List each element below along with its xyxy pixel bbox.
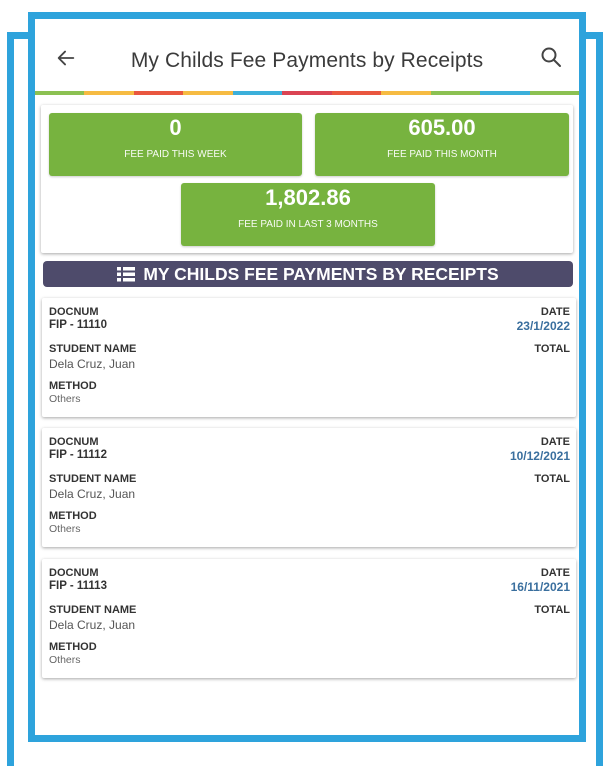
stripe-segment (282, 91, 332, 95)
date-value: 10/12/2021 (509, 449, 570, 463)
method-value: Others (49, 393, 81, 405)
stripe-segment (331, 91, 382, 95)
list-icon (117, 266, 136, 281)
app-screen: My Childs Fee Payments by Receipts 0 FEE… (35, 19, 579, 735)
fee-week-label: FEE PAID THIS WEEK (124, 149, 227, 160)
method-label: METHOD (49, 641, 97, 653)
docnum-value: FIP - 11113 (49, 580, 107, 592)
stripe-segment (480, 91, 530, 95)
total-label: TOTAL (534, 473, 570, 485)
fee-week-card: 0 FEE PAID THIS WEEK (49, 113, 302, 176)
total-label: TOTAL (534, 604, 570, 616)
section-title: MY CHILDS FEE PAYMENTS BY RECEIPTS (143, 263, 499, 284)
fee-week-value: 0 (169, 115, 182, 140)
date-value: 23/1/2022 (516, 319, 570, 333)
app-header: My Childs Fee Payments by Receipts (35, 19, 579, 95)
stripe-segment (430, 91, 481, 95)
stripe-segment (35, 91, 85, 95)
section-header: MY CHILDS FEE PAYMENTS BY RECEIPTS (43, 261, 573, 287)
fee-3months-value: 1,802.86 (265, 185, 351, 210)
search-icon[interactable] (539, 45, 563, 69)
receipt-card[interactable]: DOCNUM DATE FIP - 11112 10/12/2021 STUDE… (42, 428, 576, 547)
stripe-segment (84, 91, 134, 95)
receipt-card[interactable]: DOCNUM DATE FIP - 11113 16/11/2021 STUDE… (42, 559, 576, 678)
student-name-value: Dela Cruz, Juan (49, 618, 136, 632)
docnum-value: FIP - 11112 (49, 449, 107, 461)
fee-3months-label: FEE PAID IN LAST 3 MONTHS (238, 219, 378, 230)
date-label: DATE (540, 306, 570, 318)
docnum-label: DOCNUM (49, 306, 99, 318)
student-name-label: STUDENT NAME (49, 604, 137, 616)
stripe-segment (381, 91, 431, 95)
docnum-label: DOCNUM (49, 436, 99, 448)
student-name-value: Dela Cruz, Juan (49, 487, 136, 501)
method-label: METHOD (49, 510, 97, 522)
stripe-segment (529, 91, 579, 95)
date-label: DATE (540, 436, 570, 448)
method-label: METHOD (49, 380, 97, 392)
total-label: TOTAL (534, 343, 570, 355)
stripe-segment (232, 91, 283, 95)
student-name-label: STUDENT NAME (49, 343, 137, 355)
fee-month-value: 605.00 (408, 115, 476, 140)
fee-month-label: FEE PAID THIS MONTH (387, 149, 497, 160)
method-value: Others (49, 654, 81, 666)
student-name-value: Dela Cruz, Juan (49, 357, 136, 371)
stripe-segment (183, 91, 233, 95)
color-stripe (35, 91, 579, 95)
fee-summary-panel: 0 FEE PAID THIS WEEK 605.00 FEE PAID THI… (41, 105, 573, 253)
method-value: Others (49, 523, 81, 535)
date-label: DATE (540, 567, 570, 579)
stripe-segment (133, 91, 184, 95)
receipt-card[interactable]: DOCNUM DATE FIP - 11110 23/1/2022 STUDEN… (42, 298, 576, 417)
page-title: My Childs Fee Payments by Receipts (130, 49, 484, 72)
fee-3months-card: 1,802.86 FEE PAID IN LAST 3 MONTHS (181, 183, 435, 246)
fee-month-card: 605.00 FEE PAID THIS MONTH (315, 113, 569, 176)
docnum-label: DOCNUM (49, 567, 99, 579)
student-name-label: STUDENT NAME (49, 473, 137, 485)
date-value: 16/11/2021 (510, 580, 570, 594)
docnum-value: FIP - 11110 (49, 319, 107, 331)
